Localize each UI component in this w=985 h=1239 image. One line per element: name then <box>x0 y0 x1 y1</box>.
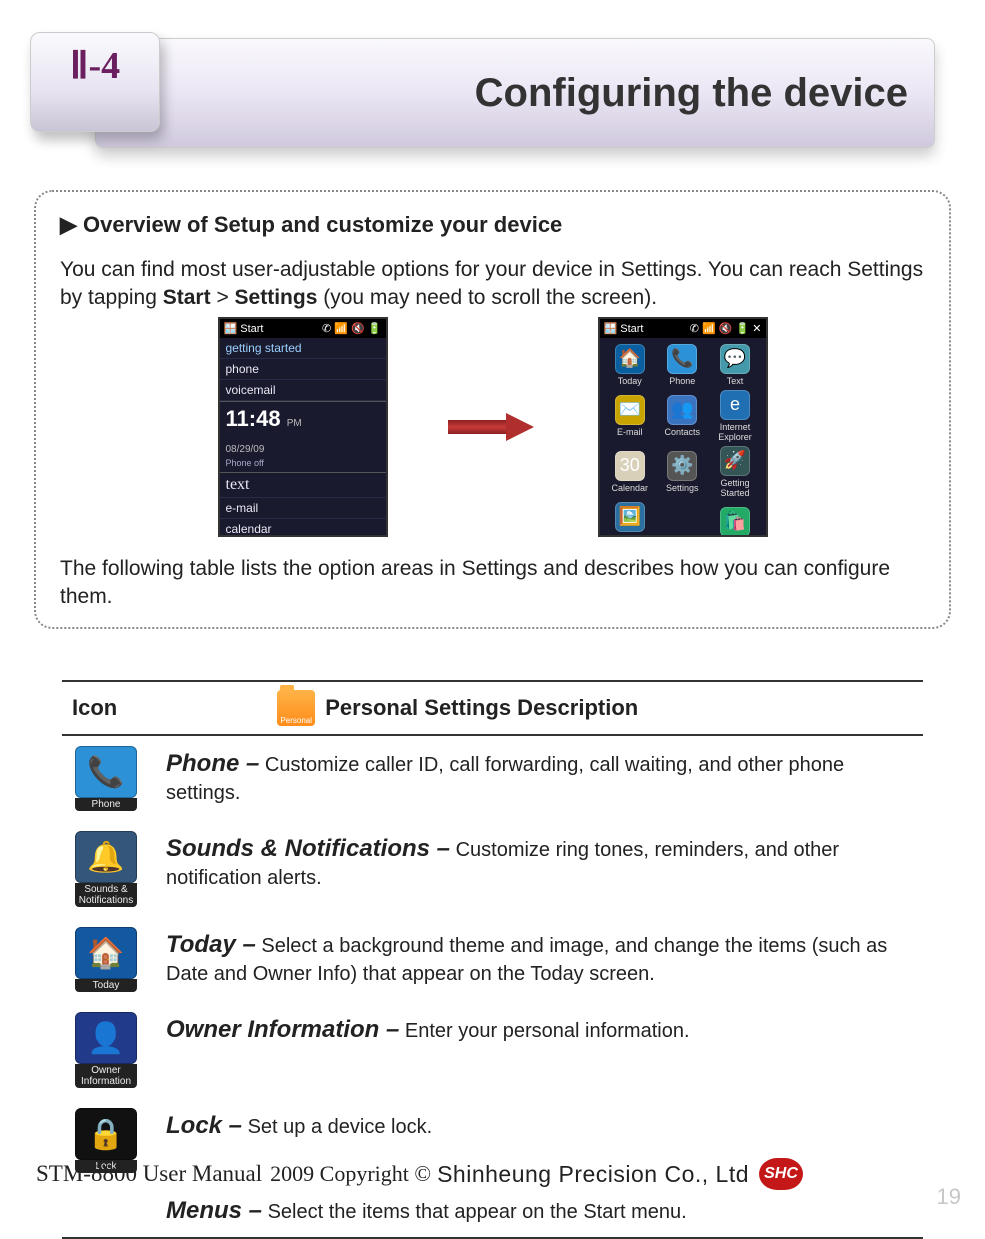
row-icon: 📞Phone <box>70 746 142 811</box>
arrow-icon <box>448 413 538 441</box>
page-title: Configuring the device <box>475 71 908 116</box>
row-icon: 🔔Sounds & Notifications <box>70 831 142 907</box>
row-description: Lock – Set up a device lock. <box>166 1108 915 1142</box>
overview-closing: The following table lists the option are… <box>60 555 925 612</box>
start-grid-cell: 👥Contacts <box>658 390 706 442</box>
overview-intro: You can find most user-adjustable option… <box>60 256 925 313</box>
today-phone-status: Phone off <box>220 458 386 473</box>
footer: STM-8800 User Manual 2009 Copyright © Sh… <box>36 1158 949 1190</box>
table-row: 🔔Sounds & Notifications Sounds & Notific… <box>62 821 923 917</box>
manual-title: STM-8800 User Manual <box>36 1161 262 1187</box>
start-grid-cell: ⚙️Settings <box>658 446 706 498</box>
start-grid-cell: ✉️E-mail <box>606 390 654 442</box>
col-description: Personal Settings Description <box>325 695 638 721</box>
today-row: text <box>220 473 386 498</box>
table-header: Icon Personal Personal Settings Descript… <box>62 680 923 736</box>
start-grid-cell: 🏠Today <box>606 344 654 386</box>
today-row: e-mail <box>220 498 386 519</box>
overview-heading: Overview of Setup and customize your dev… <box>60 212 925 238</box>
title-bar: Configuring the device <box>95 38 935 148</box>
row-description: Phone – Customize caller ID, call forwar… <box>166 746 915 807</box>
company-name: Shinheung Precision Co., Ltd <box>437 1161 749 1188</box>
table-row: 🏠Today Today – Select a background theme… <box>62 917 923 1002</box>
section-number: Ⅱ-4 <box>70 43 120 88</box>
row-description: Owner Information – Enter your personal … <box>166 1012 915 1046</box>
start-grid-cell: 📞Phone <box>658 344 706 386</box>
table-row: Menus – Select the items that appear on … <box>62 1183 923 1237</box>
company-logo: SHC <box>759 1158 803 1190</box>
row-description: Sounds & Notifications – Customize ring … <box>166 831 915 892</box>
start-topbar: 🪟 Start✆ 📶 🔇 🔋 ✕ <box>600 319 766 338</box>
table-row: 👤Owner Information Owner Information – E… <box>62 1002 923 1098</box>
table-row: 📞Phone Phone – Customize caller ID, call… <box>62 736 923 821</box>
today-clock: 11:48 PM08/29/09 <box>220 401 386 458</box>
today-row: voicemail <box>220 380 386 401</box>
start-grid-cell: 🛍️Marketplace <box>710 502 759 537</box>
row-description: Menus – Select the items that appear on … <box>166 1193 915 1227</box>
page-number: 19 <box>937 1184 961 1210</box>
row-icon: 👤Owner Information <box>70 1012 142 1088</box>
today-row: phone <box>220 359 386 380</box>
today-topbar: 🪟 Start✆ 📶 🔇 🔋 <box>220 319 386 338</box>
copyright: 2009 Copyright © <box>270 1161 431 1187</box>
screenshot-row: 🪟 Start✆ 📶 🔇 🔋 getting started phone voi… <box>60 317 925 537</box>
start-grid-cell: eInternet Explorer <box>710 390 759 442</box>
start-grid-cell: 🖼️Pictures & Videos <box>606 502 654 537</box>
col-icon: Icon <box>72 695 117 721</box>
section-tab: Ⅱ-4 <box>30 32 160 132</box>
start-grid-cell: 🚀Getting Started <box>710 446 759 498</box>
overview-box: Overview of Setup and customize your dev… <box>34 190 951 629</box>
screenshot-start: 🪟 Start✆ 📶 🔇 🔋 ✕ 🏠Today📞Phone💬Text ✉️E-ma… <box>598 317 768 537</box>
screenshot-today: 🪟 Start✆ 📶 🔇 🔋 getting started phone voi… <box>218 317 388 537</box>
row-description: Today – Select a background theme and im… <box>166 927 915 988</box>
folder-icon: Personal <box>277 690 315 726</box>
start-grid-cell: 💬Text <box>710 344 759 386</box>
today-row: calendar <box>220 519 386 537</box>
settings-table: Icon Personal Personal Settings Descript… <box>62 680 923 1239</box>
start-grid-cell <box>658 502 706 537</box>
start-grid-cell: 30Calendar <box>606 446 654 498</box>
today-row: getting started <box>220 338 386 359</box>
row-icon: 🏠Today <box>70 927 142 992</box>
